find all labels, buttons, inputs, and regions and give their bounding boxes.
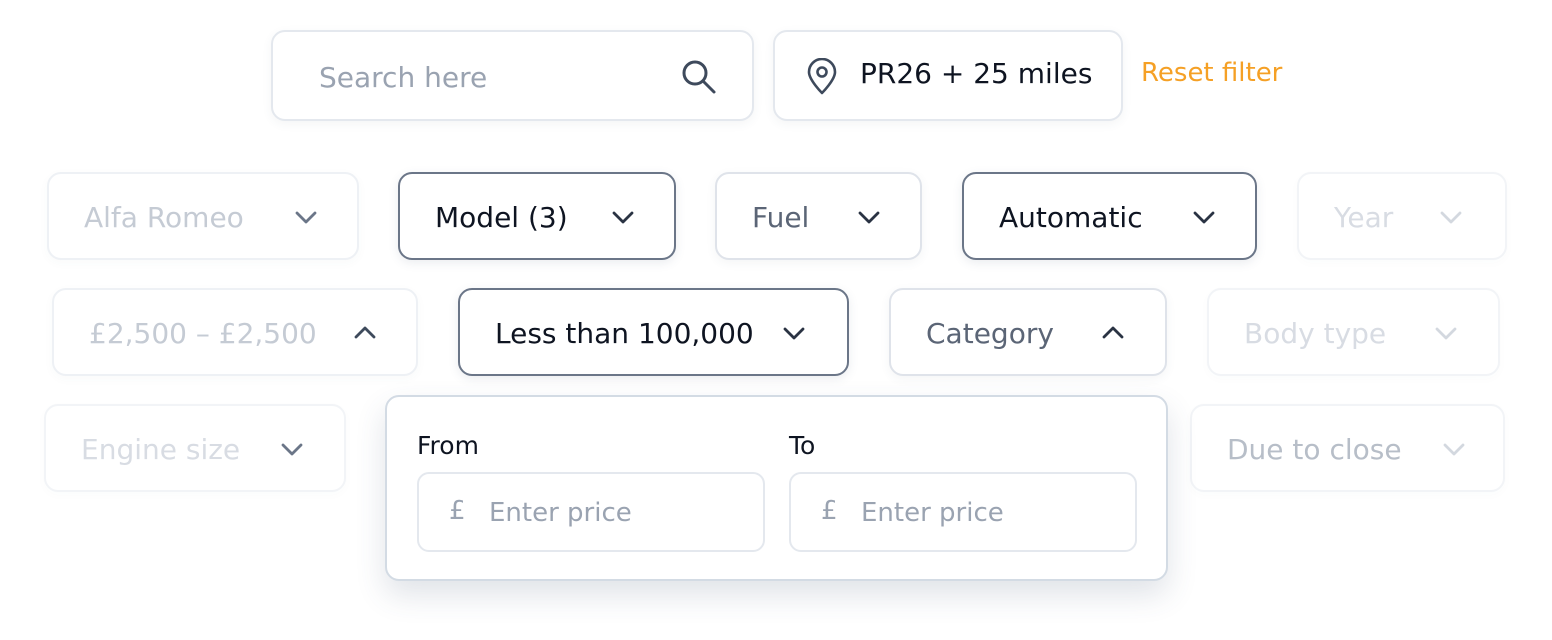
to-label: To [789,431,816,460]
to-price-input[interactable] [859,492,1123,534]
mileage-filter[interactable]: Less than 100,000 [458,288,849,376]
transmission-filter-label: Automatic [999,201,1143,234]
body-type-filter-label: Body type [1244,317,1387,350]
body-type-filter[interactable]: Body type [1207,288,1500,376]
to-price-field[interactable]: £ [789,472,1137,552]
filter-page: PR26 + 25 miles Reset filter Alfa Romeo … [0,0,1552,640]
price-range-dropdown: From To £ £ [385,395,1168,581]
model-filter[interactable]: Model (3) [398,172,676,260]
chevron-down-icon [1440,211,1462,224]
location-pin-icon [807,58,837,95]
chevron-up-icon [354,326,376,339]
fuel-filter[interactable]: Fuel [715,172,922,260]
search-input[interactable] [317,54,671,100]
chevron-down-icon [858,211,880,224]
chevron-up-icon [1102,326,1124,339]
chevron-down-icon [1193,211,1215,224]
price-filter-label: £2,500 – £2,500 [89,317,317,350]
make-filter[interactable]: Alfa Romeo [47,172,359,260]
fuel-filter-label: Fuel [752,201,810,234]
chevron-down-icon [295,211,317,224]
model-filter-label: Model (3) [435,201,568,234]
price-filter[interactable]: £2,500 – £2,500 [52,288,418,376]
chevron-down-icon [1435,327,1457,340]
chevron-down-icon [783,327,805,340]
location-text: PR26 + 25 miles [860,57,1093,90]
mileage-filter-label: Less than 100,000 [495,317,754,350]
chevron-down-icon [612,211,634,224]
location-button[interactable]: PR26 + 25 miles [773,30,1123,121]
search-icon[interactable] [679,57,719,97]
chevron-down-icon [281,443,303,456]
year-filter[interactable]: Year [1297,172,1507,260]
make-filter-label: Alfa Romeo [84,201,244,234]
engine-size-filter[interactable]: Engine size [44,404,346,492]
category-filter-label: Category [926,317,1054,350]
from-label: From [417,431,479,460]
engine-size-filter-label: Engine size [81,433,241,466]
search-box[interactable] [271,30,754,121]
from-price-input[interactable] [487,492,751,534]
from-price-field[interactable]: £ [417,472,765,552]
currency-symbol: £ [449,496,466,526]
category-filter[interactable]: Category [889,288,1167,376]
year-filter-label: Year [1334,201,1394,234]
due-to-close-filter[interactable]: Due to close [1190,404,1505,492]
chevron-down-icon [1443,443,1465,456]
currency-symbol: £ [821,496,838,526]
transmission-filter[interactable]: Automatic [962,172,1257,260]
due-to-close-filter-label: Due to close [1227,433,1402,466]
reset-filter-link[interactable]: Reset filter [1141,58,1282,88]
